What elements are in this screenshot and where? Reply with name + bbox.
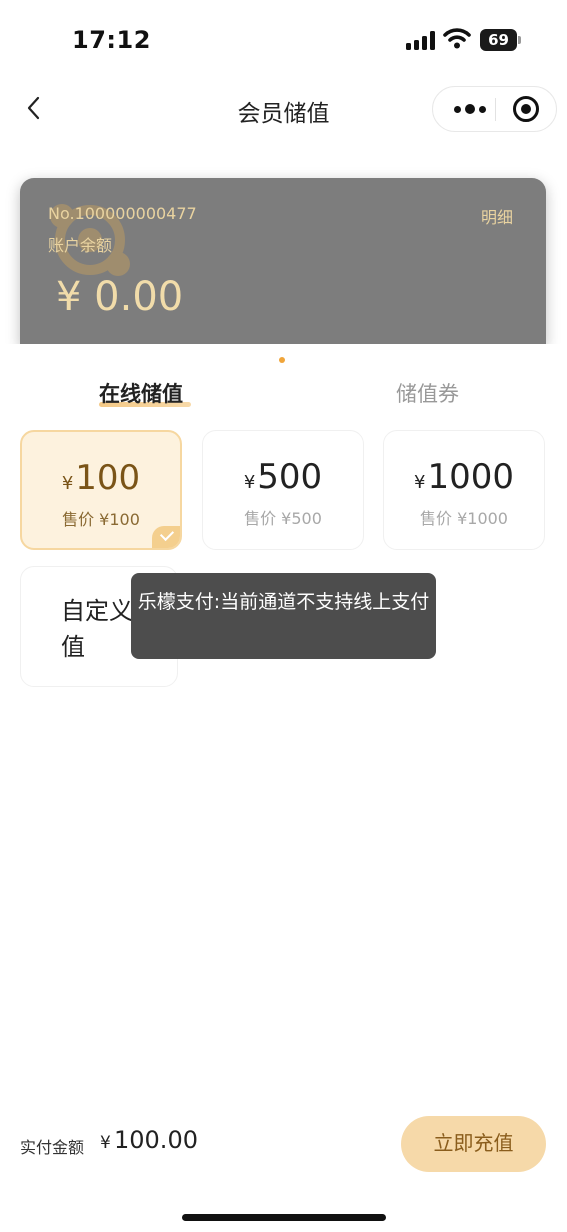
tab-online-recharge[interactable]: 在线储值: [99, 378, 183, 408]
detail-link[interactable]: 明细: [481, 204, 513, 228]
amount-option-500[interactable]: ¥500 售价 ¥500: [202, 430, 364, 550]
amount-value: 500: [257, 457, 323, 497]
status-bar: 17:12 69: [0, 0, 567, 80]
card-number: No.100000000477: [48, 204, 197, 223]
amount-option-100[interactable]: ¥100 售价 ¥100: [20, 430, 182, 550]
wifi-icon: [443, 28, 471, 49]
amount-option-1000[interactable]: ¥1000 售价 ¥1000: [383, 430, 545, 550]
battery-level: 69: [488, 31, 509, 49]
nav-bar: 会员储值: [0, 80, 567, 140]
option-price: 售价 ¥500: [244, 509, 322, 528]
pay-currency: ¥: [100, 1133, 111, 1153]
battery-icon: 69: [480, 29, 522, 51]
status-time: 17:12: [72, 26, 151, 54]
check-icon: [152, 526, 180, 548]
balance-value: ¥ 0.00: [56, 274, 184, 320]
screen: 17:12 69 会员储值 No.100000000477 明细 账户余额 ¥ …: [0, 0, 567, 1232]
pay-amount: 100.00: [114, 1126, 198, 1154]
capsule-divider: [495, 98, 496, 121]
amount-value: 100: [75, 458, 141, 498]
page-dot-indicator: [279, 357, 285, 363]
home-indicator[interactable]: [182, 1214, 386, 1221]
currency-symbol: ¥: [414, 472, 426, 493]
toast-message: 乐檬支付:当前通道不支持线上支付: [131, 573, 436, 659]
mini-program-capsule: [432, 86, 557, 132]
option-price: 售价 ¥1000: [420, 509, 508, 528]
tab-voucher[interactable]: 储值券: [396, 378, 459, 408]
pay-label: 实付金额: [20, 1138, 85, 1157]
amount-value: 1000: [427, 457, 514, 497]
currency-symbol: ¥: [243, 472, 256, 493]
option-amount: ¥100: [22, 458, 180, 498]
recharge-button[interactable]: 立即充值: [401, 1116, 546, 1172]
signal-icon: [406, 30, 436, 50]
balance-label: 账户余额: [48, 236, 113, 255]
battery-tip: [518, 36, 521, 44]
more-icon[interactable]: [447, 87, 495, 131]
option-amount: ¥1000: [384, 457, 544, 497]
target-icon[interactable]: [513, 96, 539, 122]
currency-symbol: ¥: [61, 473, 74, 494]
option-price: 售价 ¥100: [62, 510, 140, 529]
option-amount: ¥500: [203, 457, 363, 497]
